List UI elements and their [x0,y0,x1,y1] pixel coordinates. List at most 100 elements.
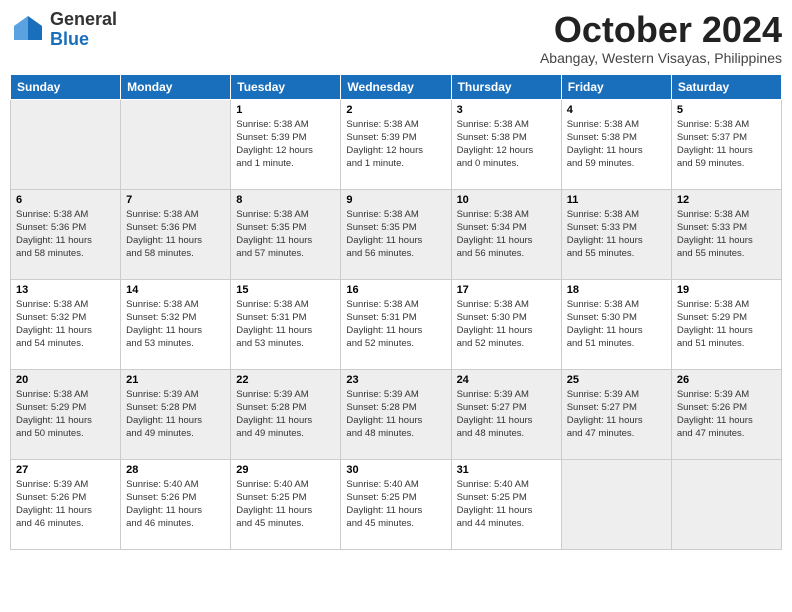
day-info: Sunrise: 5:38 AM Sunset: 5:38 PM Dayligh… [567,118,666,171]
logo-text: General Blue [50,10,117,50]
header-friday: Friday [561,74,671,99]
day-info: Sunrise: 5:38 AM Sunset: 5:39 PM Dayligh… [346,118,445,171]
day-number: 14 [126,284,225,296]
day-info: Sunrise: 5:38 AM Sunset: 5:31 PM Dayligh… [236,298,335,351]
day-info: Sunrise: 5:40 AM Sunset: 5:25 PM Dayligh… [346,478,445,531]
header-wednesday: Wednesday [341,74,451,99]
page-header: General Blue October 2024 Abangay, Weste… [10,10,782,66]
header-tuesday: Tuesday [231,74,341,99]
day-number: 23 [346,374,445,386]
day-info: Sunrise: 5:38 AM Sunset: 5:29 PM Dayligh… [16,388,115,441]
day-number: 28 [126,464,225,476]
day-number: 7 [126,194,225,206]
day-number: 25 [567,374,666,386]
day-info: Sunrise: 5:39 AM Sunset: 5:28 PM Dayligh… [346,388,445,441]
table-row: 21 Sunrise: 5:39 AM Sunset: 5:28 PM Dayli… [121,369,231,459]
day-info: Sunrise: 5:38 AM Sunset: 5:32 PM Dayligh… [126,298,225,351]
day-info: Sunrise: 5:38 AM Sunset: 5:35 PM Dayligh… [236,208,335,261]
day-info: Sunrise: 5:39 AM Sunset: 5:26 PM Dayligh… [677,388,776,441]
table-row: 13 Sunrise: 5:38 AM Sunset: 5:32 PM Dayli… [11,279,121,369]
table-row [671,459,781,549]
table-row: 8 Sunrise: 5:38 AM Sunset: 5:35 PM Daylig… [231,189,341,279]
table-row: 1Sunrise: 5:38 AM Sunset: 5:39 PM Daylig… [231,99,341,189]
day-number: 4 [567,104,666,116]
day-info: Sunrise: 5:38 AM Sunset: 5:34 PM Dayligh… [457,208,556,261]
day-number: 24 [457,374,556,386]
day-info: Sunrise: 5:39 AM Sunset: 5:28 PM Dayligh… [236,388,335,441]
table-row: 7 Sunrise: 5:38 AM Sunset: 5:36 PM Daylig… [121,189,231,279]
day-number: 11 [567,194,666,206]
title-block: October 2024 Abangay, Western Visayas, P… [540,10,782,66]
table-row: 14 Sunrise: 5:38 AM Sunset: 5:32 PM Dayli… [121,279,231,369]
table-row [11,99,121,189]
day-number: 18 [567,284,666,296]
table-row: 30 Sunrise: 5:40 AM Sunset: 5:25 PM Dayli… [341,459,451,549]
logo-general: General [50,10,117,30]
day-number: 21 [126,374,225,386]
day-number: 31 [457,464,556,476]
table-row [121,99,231,189]
day-number: 12 [677,194,776,206]
table-row: 24 Sunrise: 5:39 AM Sunset: 5:27 PM Dayli… [451,369,561,459]
day-number: 9 [346,194,445,206]
table-row: 15Sunrise: 5:38 AM Sunset: 5:31 PM Dayli… [231,279,341,369]
day-info: Sunrise: 5:39 AM Sunset: 5:28 PM Dayligh… [126,388,225,441]
day-number: 13 [16,284,115,296]
table-row: 11 Sunrise: 5:38 AM Sunset: 5:33 PM Dayli… [561,189,671,279]
table-row: 23 Sunrise: 5:39 AM Sunset: 5:28 PM Dayli… [341,369,451,459]
day-number: 26 [677,374,776,386]
day-number: 2 [346,104,445,116]
day-info: Sunrise: 5:38 AM Sunset: 5:32 PM Dayligh… [16,298,115,351]
logo-icon [10,12,46,48]
day-info: Sunrise: 5:40 AM Sunset: 5:25 PM Dayligh… [236,478,335,531]
day-info: Sunrise: 5:38 AM Sunset: 5:38 PM Dayligh… [457,118,556,171]
day-info: Sunrise: 5:39 AM Sunset: 5:27 PM Dayligh… [457,388,556,441]
day-info: Sunrise: 5:38 AM Sunset: 5:39 PM Dayligh… [236,118,335,171]
calendar-week-row: 13 Sunrise: 5:38 AM Sunset: 5:32 PM Dayli… [11,279,782,369]
table-row: 18Sunrise: 5:38 AM Sunset: 5:30 PM Dayli… [561,279,671,369]
day-info: Sunrise: 5:38 AM Sunset: 5:30 PM Dayligh… [457,298,556,351]
month-title: October 2024 [540,10,782,50]
day-number: 20 [16,374,115,386]
logo: General Blue [10,10,117,50]
day-info: Sunrise: 5:40 AM Sunset: 5:26 PM Dayligh… [126,478,225,531]
table-row: 25 Sunrise: 5:39 AM Sunset: 5:27 PM Dayli… [561,369,671,459]
table-row: 9 Sunrise: 5:38 AM Sunset: 5:35 PM Daylig… [341,189,451,279]
day-info: Sunrise: 5:39 AM Sunset: 5:27 PM Dayligh… [567,388,666,441]
day-info: Sunrise: 5:38 AM Sunset: 5:31 PM Dayligh… [346,298,445,351]
table-row: 3 Sunrise: 5:38 AM Sunset: 5:38 PM Daylig… [451,99,561,189]
table-row: 28 Sunrise: 5:40 AM Sunset: 5:26 PM Dayli… [121,459,231,549]
day-number: 27 [16,464,115,476]
table-row: 20 Sunrise: 5:38 AM Sunset: 5:29 PM Dayli… [11,369,121,459]
day-number: 19 [677,284,776,296]
table-row: 31 Sunrise: 5:40 AM Sunset: 5:25 PM Dayli… [451,459,561,549]
table-row [561,459,671,549]
table-row: 5 Sunrise: 5:38 AM Sunset: 5:37 PM Daylig… [671,99,781,189]
day-info: Sunrise: 5:38 AM Sunset: 5:36 PM Dayligh… [16,208,115,261]
header-thursday: Thursday [451,74,561,99]
day-info: Sunrise: 5:38 AM Sunset: 5:36 PM Dayligh… [126,208,225,261]
table-row: 16 Sunrise: 5:38 AM Sunset: 5:31 PM Dayli… [341,279,451,369]
day-number: 8 [236,194,335,206]
table-row: 6 Sunrise: 5:38 AM Sunset: 5:36 PM Daylig… [11,189,121,279]
day-number: 16 [346,284,445,296]
day-info: Sunrise: 5:38 AM Sunset: 5:35 PM Dayligh… [346,208,445,261]
header-saturday: Saturday [671,74,781,99]
day-number: 10 [457,194,556,206]
table-row: 10 Sunrise: 5:38 AM Sunset: 5:34 PM Dayli… [451,189,561,279]
day-info: Sunrise: 5:38 AM Sunset: 5:33 PM Dayligh… [567,208,666,261]
day-number: 17 [457,284,556,296]
day-number: 6 [16,194,115,206]
day-number: 30 [346,464,445,476]
header-monday: Monday [121,74,231,99]
location-subtitle: Abangay, Western Visayas, Philippines [540,50,782,66]
day-info: Sunrise: 5:40 AM Sunset: 5:25 PM Dayligh… [457,478,556,531]
day-number: 5 [677,104,776,116]
calendar-week-row: 20 Sunrise: 5:38 AM Sunset: 5:29 PM Dayli… [11,369,782,459]
table-row: 12Sunrise: 5:38 AM Sunset: 5:33 PM Dayli… [671,189,781,279]
day-number: 3 [457,104,556,116]
table-row: 29 Sunrise: 5:40 AM Sunset: 5:25 PM Dayli… [231,459,341,549]
day-info: Sunrise: 5:38 AM Sunset: 5:37 PM Dayligh… [677,118,776,171]
table-row: 17 Sunrise: 5:38 AM Sunset: 5:30 PM Dayli… [451,279,561,369]
day-number: 29 [236,464,335,476]
